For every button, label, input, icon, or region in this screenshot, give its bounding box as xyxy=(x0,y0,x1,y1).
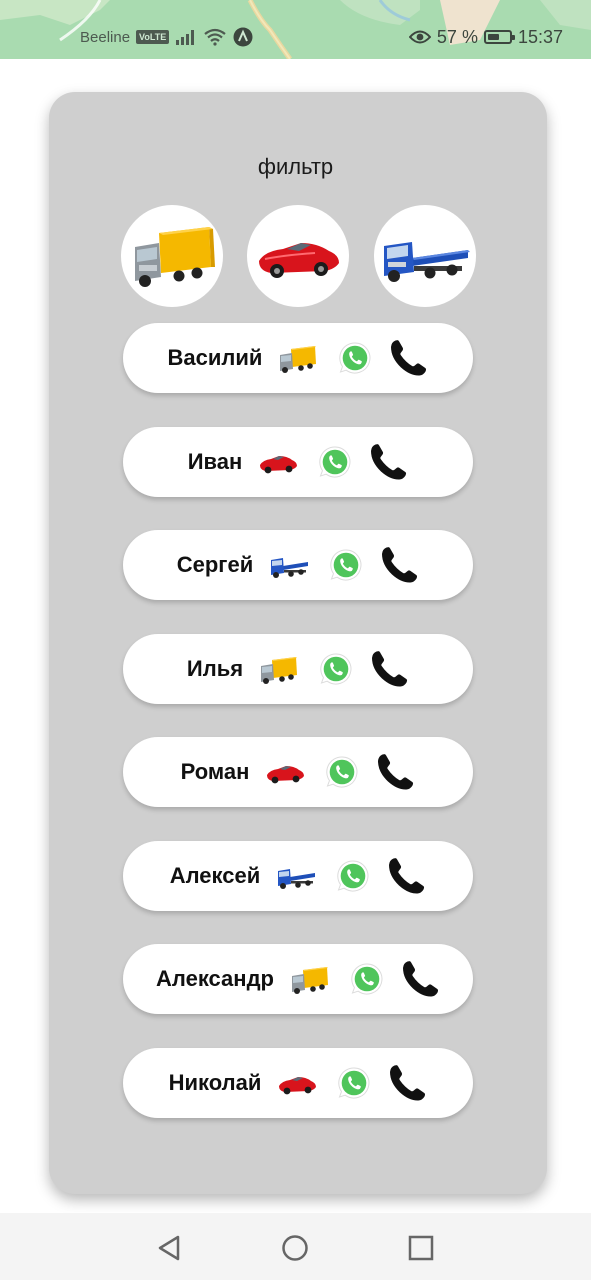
navigation-bar xyxy=(0,1213,591,1280)
status-left: Beeline VoLTE xyxy=(80,25,253,49)
whatsapp-icon[interactable] xyxy=(319,652,353,686)
contact-row[interactable]: Сергей xyxy=(123,530,473,600)
contact-row-content: Николай xyxy=(123,1048,473,1118)
battery-fill xyxy=(487,34,499,40)
back-icon xyxy=(158,1235,180,1261)
clock: 15:37 xyxy=(517,26,563,47)
contact-row[interactable]: Роман xyxy=(123,737,473,807)
carrier-name: Beeline xyxy=(80,28,131,46)
phone-icon[interactable] xyxy=(400,959,440,999)
car-icon xyxy=(259,243,339,278)
whatsapp-icon[interactable] xyxy=(329,548,363,582)
whatsapp-icon[interactable] xyxy=(325,755,359,789)
truck-icon xyxy=(278,343,318,373)
contact-name: Иван xyxy=(187,449,243,474)
filter-car-button[interactable] xyxy=(247,205,349,307)
contact-name: Николай xyxy=(168,1070,262,1095)
battery-nub xyxy=(511,35,515,40)
whatsapp-icon[interactable] xyxy=(350,962,384,996)
truck-icon xyxy=(290,964,330,994)
car-icon xyxy=(258,447,298,477)
whatsapp-icon[interactable] xyxy=(336,859,370,893)
contact-row[interactable]: Николай xyxy=(123,1048,473,1118)
nav-recents-button[interactable] xyxy=(406,1233,436,1263)
contact-name: Сергей xyxy=(176,552,254,577)
battery-percent: 57 % xyxy=(436,26,478,47)
contact-row[interactable]: Василий xyxy=(123,323,473,393)
battery-icon xyxy=(483,30,515,44)
contact-name: Александр xyxy=(156,966,274,991)
filter-tow-truck-button[interactable] xyxy=(374,205,476,307)
contact-row-content: Александр xyxy=(123,944,473,1014)
phone-icon[interactable] xyxy=(369,649,409,689)
contact-row-content: Алексей xyxy=(123,841,473,911)
phone-icon[interactable] xyxy=(388,338,428,378)
home-icon xyxy=(282,1235,308,1261)
contact-row-content: Василий xyxy=(123,323,473,393)
contact-name: Василий xyxy=(167,345,263,370)
whatsapp-icon[interactable] xyxy=(337,1066,371,1100)
status-right: 57 % 15:37 xyxy=(408,25,563,49)
phone-icon[interactable] xyxy=(379,545,419,585)
recents-icon xyxy=(408,1235,434,1261)
contact-row[interactable]: Иван xyxy=(123,427,473,497)
contact-name: Роман xyxy=(180,759,250,784)
status-bar: Beeline VoLTE 57 % 15:37 xyxy=(0,0,591,59)
filter-truck-button[interactable] xyxy=(121,205,223,307)
whatsapp-icon[interactable] xyxy=(338,341,372,375)
nav-home-button[interactable] xyxy=(280,1233,310,1263)
contact-row-content: Илья xyxy=(123,634,473,704)
volte-badge: VoLTE xyxy=(136,30,170,44)
contact-name: Илья xyxy=(186,656,244,681)
eye-icon xyxy=(408,30,431,44)
data-saver-icon xyxy=(233,27,253,47)
tow-truck-icon xyxy=(384,242,470,282)
whatsapp-icon[interactable] xyxy=(318,445,352,479)
phone-icon[interactable] xyxy=(387,1063,427,1103)
contact-name: Алексей xyxy=(169,863,261,888)
filter-title: фильтр xyxy=(257,154,334,179)
contact-row-content: Иван xyxy=(123,427,473,497)
tow-truck-icon xyxy=(269,550,309,580)
truck-icon xyxy=(259,654,299,684)
phone-icon[interactable] xyxy=(386,856,426,896)
truck-icon xyxy=(135,227,215,287)
signal-icon xyxy=(176,30,195,45)
car-icon xyxy=(265,757,305,787)
tow-truck-icon xyxy=(276,861,316,891)
phone-icon[interactable] xyxy=(368,442,408,482)
phone-icon[interactable] xyxy=(375,752,415,792)
contact-row[interactable]: Илья xyxy=(123,634,473,704)
wifi-icon xyxy=(204,28,226,46)
contact-row-content: Сергей xyxy=(123,530,473,600)
nav-back-button[interactable] xyxy=(154,1233,184,1263)
car-icon xyxy=(277,1068,317,1098)
contact-row[interactable]: Алексей xyxy=(123,841,473,911)
contact-row[interactable]: Александр xyxy=(123,944,473,1014)
contact-row-content: Роман xyxy=(123,737,473,807)
